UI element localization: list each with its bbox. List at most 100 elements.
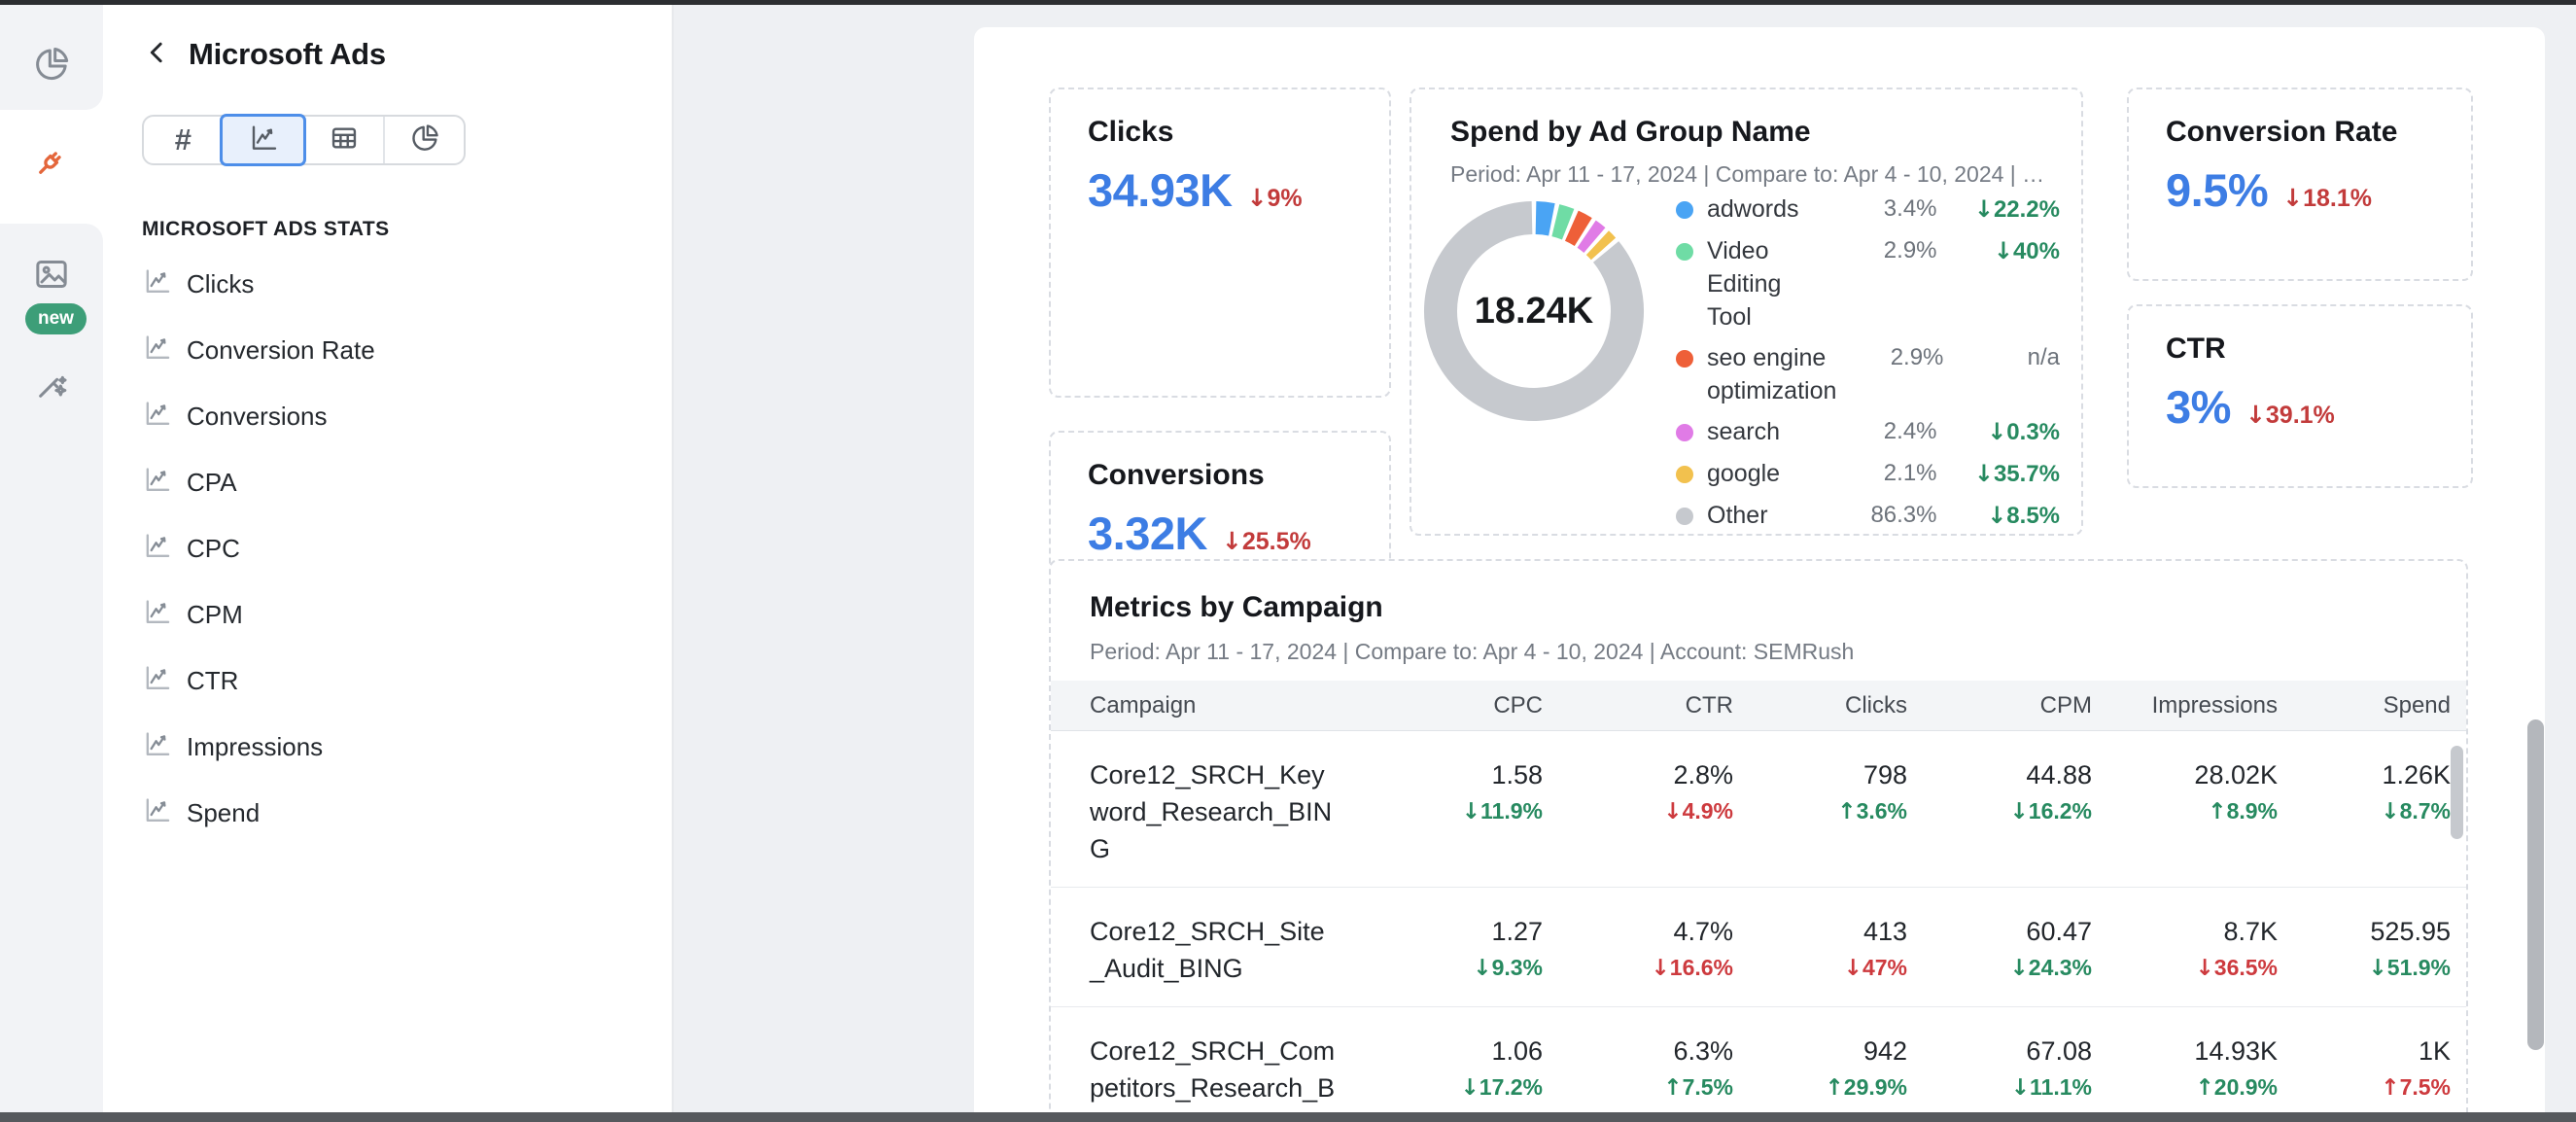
panel-title: Microsoft Ads (189, 37, 386, 72)
stat-item-conversion-rate[interactable]: Conversion Rate (142, 317, 633, 383)
widget-kpi-conversion-rate[interactable]: Conversion Rate 9.5% ↓18.1% (2127, 88, 2473, 281)
metric-cell: 2.8%↓4.9% (1543, 731, 1733, 887)
stat-label: CPM (187, 600, 243, 630)
column-header-cpm: CPM (1907, 681, 2092, 730)
metric-cell: 60.47↓24.3% (1907, 888, 2092, 1006)
stat-item-ctr[interactable]: CTR (142, 648, 633, 714)
column-header-cpc: CPC (1362, 681, 1543, 730)
line-chart-icon (142, 465, 172, 500)
legend-label: adwords (1707, 193, 1830, 226)
legend-label: seo engine optimization (1707, 341, 1836, 407)
line-chart-icon (142, 729, 172, 764)
line-chart-icon (142, 333, 172, 368)
legend-item-google: google2.1%↓35.7% (1676, 453, 2060, 495)
legend-change: n/a (1943, 341, 2060, 374)
legend-change: ↓22.2% (1937, 193, 2061, 227)
metric-cell: 942↑29.9% (1733, 1007, 1907, 1114)
legend-change: ↓40% (1937, 234, 2061, 268)
table-row[interactable]: Core12_SRCH_Site_Audit_BING1.27↓9.3%4.7%… (1051, 888, 2466, 1007)
line-chart-icon (142, 399, 172, 434)
rail-item-widgets[interactable] (0, 21, 103, 111)
line-chart-icon (248, 123, 279, 158)
legend-change: ↓0.3% (1937, 415, 2061, 449)
stat-label: Impressions (187, 732, 323, 762)
chevron-left-icon (143, 38, 172, 72)
kpi-change: ↓25.5% (1222, 527, 1311, 556)
metric-cell: 1.58↓11.9% (1362, 731, 1543, 887)
legend-change: ↓8.5% (1937, 499, 2061, 533)
kpi-title: Conversion Rate (2166, 115, 2434, 150)
stats-section-label: MICROSOFT ADS STATS (142, 218, 633, 241)
table-scrollbar[interactable] (2451, 746, 2463, 839)
metric-cell: 4.7%↓16.6% (1543, 888, 1733, 1006)
donut-chart: 18.24K (1421, 198, 1647, 424)
legend-dot (1676, 243, 1693, 261)
line-chart-icon (142, 795, 172, 830)
back-button[interactable] (142, 39, 173, 70)
stat-label: Conversions (187, 402, 328, 432)
kpi-change: ↓39.1% (2245, 401, 2335, 430)
legend-percent: 2.4% (1830, 415, 1937, 448)
table-row[interactable]: Core12_SRCH_Keyword_Research_BING1.58↓11… (1051, 731, 2466, 888)
column-header-clicks: Clicks (1733, 681, 1907, 730)
stat-label: CTR (187, 666, 238, 696)
widget-type-pie-chart-button[interactable] (383, 117, 464, 163)
pie-chart-icon (32, 45, 71, 88)
stat-item-cpc[interactable]: CPC (142, 515, 633, 581)
widget-spend-donut[interactable]: Spend by Ad Group Name Period: Apr 11 - … (1410, 88, 2083, 536)
legend-label: Video Editing Tool (1707, 234, 1830, 333)
stat-label: Spend (187, 798, 260, 828)
rail-item-ai-tools[interactable] (0, 342, 103, 432)
stat-item-cpm[interactable]: CPM (142, 581, 633, 648)
legend-item-other: Other86.3%↓8.5% (1676, 495, 2060, 537)
icon-rail: new (0, 0, 103, 1122)
panel-header: Microsoft Ads (142, 37, 633, 72)
stats-panel: Microsoft Ads # (103, 0, 674, 1122)
table-title: Metrics by Campaign (1051, 590, 2466, 625)
page-scrollbar[interactable] (2527, 719, 2544, 1050)
stat-item-clicks[interactable]: Clicks (142, 251, 633, 317)
widget-campaign-table[interactable]: Metrics by Campaign Period: Apr 11 - 17,… (1049, 559, 2468, 1114)
widget-kpi-clicks[interactable]: Clicks 34.93K ↓9% (1049, 88, 1391, 398)
widget-type-line-chart-button[interactable] (223, 117, 303, 163)
legend-item-adwords: adwords3.4%↓22.2% (1676, 189, 2060, 230)
widget-kpi-ctr[interactable]: CTR 3% ↓39.1% (2127, 304, 2473, 488)
stat-item-cpa[interactable]: CPA (142, 449, 633, 515)
campaign-name: Core12_SRCH_Competitors_Research_BING (1051, 1007, 1362, 1114)
stat-label: CPA (187, 468, 237, 498)
legend-percent: 2.1% (1830, 457, 1937, 490)
metric-cell: 67.08↓11.1% (1907, 1007, 2092, 1114)
legend-percent: 86.3% (1830, 499, 1937, 532)
kpi-change: ↓9% (1247, 184, 1303, 213)
metric-cell: 44.88↓16.2% (1907, 731, 2092, 887)
campaign-table: Core12_SRCH_Keyword_Research_BING1.58↓11… (1051, 731, 2466, 1114)
legend-item-seo-engine-optimization: seo engine optimization2.9%n/a (1676, 337, 2060, 411)
metric-cell: 8.7K↓36.5% (2092, 888, 2278, 1006)
widget-type-table-button[interactable] (303, 117, 384, 163)
stat-item-impressions[interactable]: Impressions (142, 714, 633, 780)
table-header-row: CampaignCPCCTRClicksCPMImpressionsSpend (1051, 681, 2466, 731)
legend-dot (1676, 350, 1693, 368)
stat-item-spend[interactable]: Spend (142, 780, 633, 846)
column-header-campaign: Campaign (1051, 681, 1362, 730)
plug-icon (32, 142, 71, 186)
rail-item-integrations[interactable]: new (0, 119, 103, 208)
donut-legend: adwords3.4%↓22.2%Video Editing Tool2.9%↓… (1676, 189, 2060, 537)
legend-percent: 2.9% (1830, 234, 1937, 267)
stat-list: Clicks Conversion Rate Conversions CPA C… (142, 251, 633, 846)
metric-cell: 525.95↓51.9% (2278, 888, 2470, 1006)
arrow-down-icon: ↓ (1247, 184, 1268, 212)
table-row[interactable]: Core12_SRCH_Competitors_Research_BING1.0… (1051, 1007, 2466, 1114)
widget-type-number-button[interactable]: # (144, 117, 223, 163)
legend-dot (1676, 201, 1693, 219)
column-header-ctr: CTR (1543, 681, 1733, 730)
stat-item-conversions[interactable]: Conversions (142, 383, 633, 449)
legend-change: ↓35.7% (1937, 457, 2061, 491)
legend-dot (1676, 508, 1693, 525)
report-canvas: Clicks 34.93K ↓9% Conversions 3.32K ↓25.… (674, 0, 2576, 1122)
legend-label: google (1707, 457, 1830, 490)
kpi-value: 3% (2166, 380, 2231, 434)
kpi-title: Clicks (1088, 115, 1352, 150)
metric-cell: 1K↑7.5% (2278, 1007, 2470, 1114)
line-chart-icon (142, 531, 172, 566)
